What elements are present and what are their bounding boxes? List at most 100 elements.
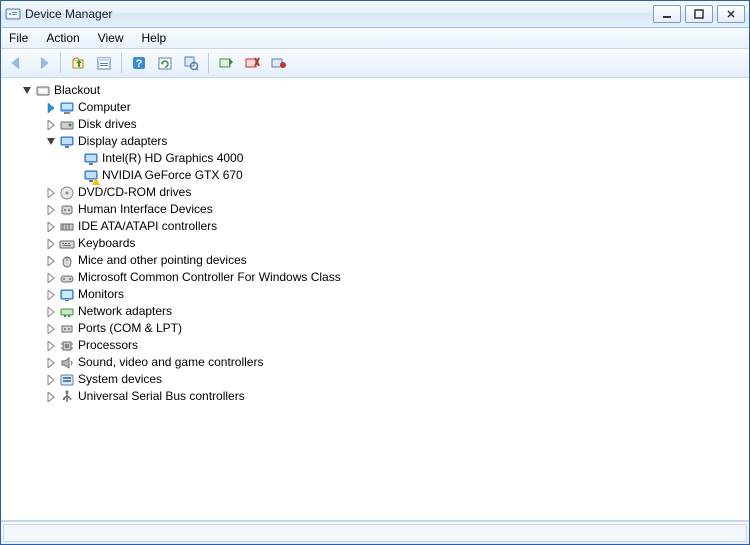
tree-category[interactable]: Keyboards [7, 235, 749, 252]
tree-category[interactable]: Disk drives [7, 116, 749, 133]
disk-icon [59, 117, 75, 133]
tree-category[interactable]: Human Interface Devices [7, 201, 749, 218]
tree-category[interactable]: Universal Serial Bus controllers [7, 388, 749, 405]
system-icon [59, 372, 75, 388]
tree-root-label: Blackout [54, 82, 100, 99]
tree-category-label: Microsoft Common Controller For Windows … [78, 269, 341, 286]
expander-icon[interactable] [21, 85, 32, 96]
menu-help[interactable]: Help [140, 30, 169, 46]
tree-category[interactable]: Computer [7, 99, 749, 116]
tree-category-label: Network adapters [78, 303, 172, 320]
tree-category-label: Computer [78, 99, 131, 116]
minimize-button[interactable] [653, 5, 681, 23]
cpu-icon [59, 338, 75, 354]
tree-category[interactable]: IDE ATA/ATAPI controllers [7, 218, 749, 235]
tree-leaf-spacer [69, 170, 80, 181]
tree-category-label: Mice and other pointing devices [78, 252, 247, 269]
tree-device[interactable]: Intel(R) HD Graphics 4000 [7, 150, 749, 167]
expander-icon[interactable] [45, 119, 56, 130]
tree-category-label: System devices [78, 371, 162, 388]
close-button[interactable] [717, 5, 745, 23]
device-manager-window: Device Manager File Action View Help Bla… [0, 0, 750, 545]
expander-icon[interactable] [45, 374, 56, 385]
expander-icon[interactable] [45, 255, 56, 266]
tree-category[interactable]: Processors [7, 337, 749, 354]
tree-category[interactable]: DVD/CD-ROM drives [7, 184, 749, 201]
monitor-icon [59, 287, 75, 303]
expander-icon[interactable] [45, 391, 56, 402]
toolbar-separator [121, 53, 122, 73]
sound-icon [59, 355, 75, 371]
optical-icon [59, 185, 75, 201]
toolbar [1, 49, 749, 78]
tree-category[interactable]: Mice and other pointing devices [7, 252, 749, 269]
toolbar-uninstall-device-button[interactable] [266, 51, 290, 75]
tree-device[interactable]: NVIDIA GeForce GTX 670 [7, 167, 749, 184]
tree-category[interactable]: Sound, video and game controllers [7, 354, 749, 371]
toolbar-separator [60, 53, 61, 73]
menubar: File Action View Help [1, 28, 749, 49]
tree-category[interactable]: Network adapters [7, 303, 749, 320]
keyboard-icon [59, 236, 75, 252]
expander-icon[interactable] [45, 289, 56, 300]
statusbar [1, 521, 749, 544]
usb-icon [59, 389, 75, 405]
tree-root[interactable]: Blackout [7, 82, 749, 99]
tree-category-label: Sound, video and game controllers [78, 354, 263, 371]
toolbar-scan-hardware-button[interactable] [179, 51, 203, 75]
device-tree[interactable]: Blackout Computer Disk drives Display ad… [1, 78, 749, 521]
expander-icon[interactable] [45, 340, 56, 351]
network-icon [59, 304, 75, 320]
toolbar-back-button[interactable] [5, 51, 29, 75]
maximize-button[interactable] [685, 5, 713, 23]
toolbar-help-button[interactable] [127, 51, 151, 75]
toolbar-disable-device-button[interactable] [240, 51, 264, 75]
tree-category[interactable]: Microsoft Common Controller For Windows … [7, 269, 749, 286]
tree-device-label: NVIDIA GeForce GTX 670 [102, 167, 243, 184]
root-icon [35, 83, 51, 99]
menu-action[interactable]: Action [44, 30, 81, 46]
expander-icon[interactable] [45, 238, 56, 249]
menu-file[interactable]: File [7, 30, 30, 46]
tree-category-label: Keyboards [78, 235, 135, 252]
tree-category-label: IDE ATA/ATAPI controllers [78, 218, 217, 235]
hid-icon [59, 202, 75, 218]
expander-icon[interactable] [45, 357, 56, 368]
toolbar-enable-device-button[interactable] [214, 51, 238, 75]
expander-icon[interactable] [45, 102, 56, 113]
expander-icon[interactable] [45, 272, 56, 283]
menu-view[interactable]: View [96, 30, 126, 46]
expander-icon[interactable] [45, 306, 56, 317]
mouse-icon [59, 253, 75, 269]
tree-category-label: DVD/CD-ROM drives [78, 184, 191, 201]
toolbar-properties-button[interactable] [92, 51, 116, 75]
display-icon [83, 168, 99, 184]
tree-category[interactable]: System devices [7, 371, 749, 388]
toolbar-forward-button[interactable] [31, 51, 55, 75]
tree-category[interactable]: Ports (COM & LPT) [7, 320, 749, 337]
display-icon [59, 134, 75, 150]
tree-category-label: Monitors [78, 286, 124, 303]
window-title: Device Manager [25, 7, 112, 21]
tree-category[interactable]: Display adapters [7, 133, 749, 150]
tree-category-label: Universal Serial Bus controllers [78, 388, 245, 405]
controller-icon [59, 270, 75, 286]
tree-device-label: Intel(R) HD Graphics 4000 [102, 150, 243, 167]
status-cell [3, 524, 747, 542]
tree-category[interactable]: Monitors [7, 286, 749, 303]
expander-icon[interactable] [45, 136, 56, 147]
display-icon [83, 151, 99, 167]
expander-icon[interactable] [45, 323, 56, 334]
expander-icon[interactable] [45, 187, 56, 198]
tree-category-label: Human Interface Devices [78, 201, 213, 218]
toolbar-separator [208, 53, 209, 73]
port-icon [59, 321, 75, 337]
app-icon [5, 6, 21, 22]
toolbar-show-hide-tree-button[interactable] [66, 51, 90, 75]
expander-icon[interactable] [45, 204, 56, 215]
tree-category-label: Display adapters [78, 133, 167, 150]
toolbar-refresh-button[interactable] [153, 51, 177, 75]
expander-icon[interactable] [45, 221, 56, 232]
titlebar: Device Manager [1, 1, 749, 28]
tree-leaf-spacer [69, 153, 80, 164]
